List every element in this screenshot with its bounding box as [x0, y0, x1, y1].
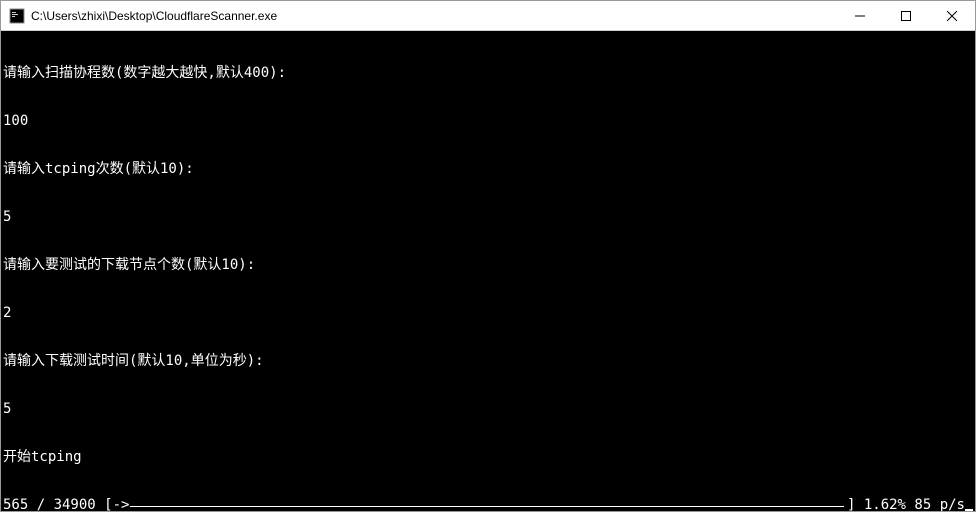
console-line: 请输入下载测试时间(默认10,单位为秒): — [3, 353, 973, 369]
console-line: 2 — [3, 305, 973, 321]
maximize-button[interactable] — [883, 1, 929, 30]
window-titlebar: C:\Users\zhixi\Desktop\CloudflareScanner… — [1, 1, 975, 31]
console-line: 开始tcping — [3, 449, 973, 465]
progress-bar-track — [130, 506, 844, 507]
window-title: C:\Users\zhixi\Desktop\CloudflareScanner… — [31, 9, 837, 23]
text-cursor — [965, 509, 973, 511]
close-button[interactable] — [929, 1, 975, 30]
app-icon — [9, 8, 25, 24]
progress-counter: 565 / 34900 [-> — [3, 497, 129, 511]
progress-percent: ] 1.62% 85 p/s — [845, 497, 965, 511]
console-line: 100 — [3, 113, 973, 129]
console-line: 请输入tcping次数(默认10): — [3, 161, 973, 177]
console-line: 5 — [3, 401, 973, 417]
minimize-button[interactable] — [837, 1, 883, 30]
console-area[interactable]: 请输入扫描协程数(数字越大越快,默认400): 100 请输入tcping次数(… — [1, 31, 975, 511]
console-line: 请输入扫描协程数(数字越大越快,默认400): — [3, 65, 973, 81]
console-line: 5 — [3, 209, 973, 225]
progress-line: 565 / 34900 [-> ] 1.62% 85 p/s — [3, 497, 973, 511]
console-line: 请输入要测试的下载节点个数(默认10): — [3, 257, 973, 273]
window-controls — [837, 1, 975, 30]
